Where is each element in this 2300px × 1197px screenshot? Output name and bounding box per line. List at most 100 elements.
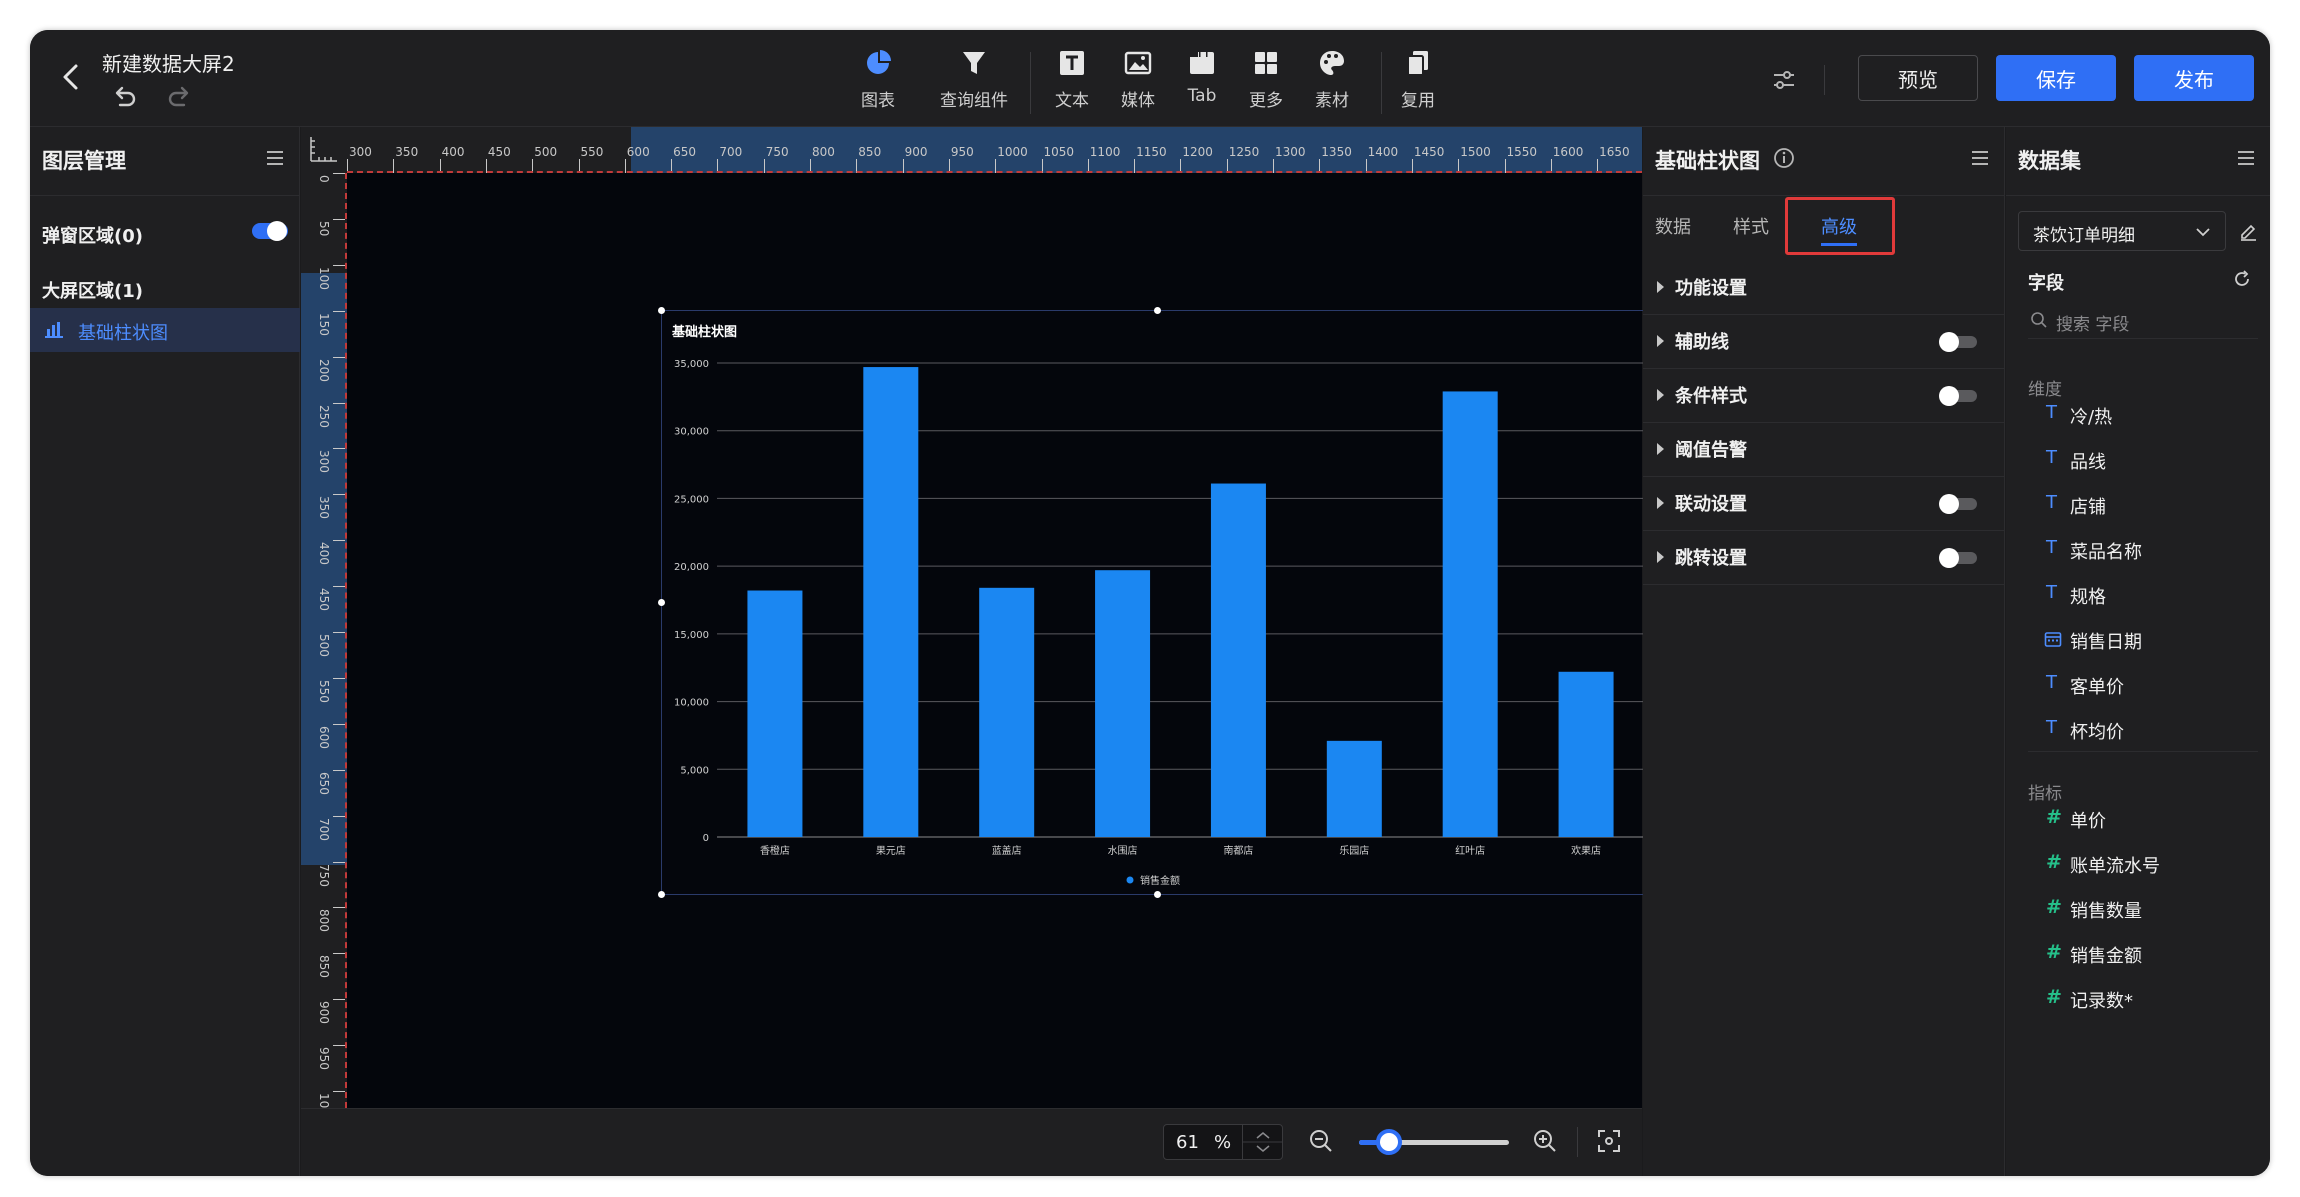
dataset-title: 数据集 <box>2018 149 2081 173</box>
section-label: 条件样式 <box>1675 386 1747 407</box>
section-conditional-style[interactable]: 条件样式 <box>1643 369 2005 423</box>
menu-icon[interactable] <box>265 149 285 167</box>
field-item[interactable]: # 记录数* <box>2046 985 2256 1012</box>
jump-toggle[interactable] <box>1939 548 1977 568</box>
section-threshold-alert[interactable]: 阈值告警 <box>1643 423 2005 477</box>
bar-chart-component[interactable]: 基础柱状图 0 5,000 10,000 15,000 20,000 25,000 30,00… <box>658 307 1657 898</box>
field-item[interactable]: # 销售数量 <box>2046 895 2256 922</box>
x-tick-label: 红叶店 <box>1455 844 1485 857</box>
ruler-tick-label: 1600 <box>1552 145 1584 159</box>
caret-right-icon <box>1657 443 1664 455</box>
ruler-tick-label: 0 <box>317 175 331 183</box>
ruler-tick <box>333 1091 345 1092</box>
auxiliary-line-toggle[interactable] <box>1939 332 1977 352</box>
dataset-panel: 数据集 茶饮订单明细 字段 搜索 字段 维度 T 冷/热 T 品线 T 店铺 T… <box>2006 127 2270 1176</box>
resize-handle[interactable] <box>658 891 665 898</box>
zoom-stepper[interactable] <box>1242 1125 1283 1159</box>
field-item[interactable]: T 冷/热 <box>2046 401 2256 428</box>
resize-handle[interactable] <box>658 307 665 314</box>
sliders-icon[interactable] <box>1770 66 1798 94</box>
section-jump-settings[interactable]: 跳转设置 <box>1643 531 2005 585</box>
tool-label: 查询组件 <box>940 91 1008 111</box>
section-label: 联动设置 <box>1675 494 1747 515</box>
section-auxiliary-line[interactable]: 辅助线 <box>1643 315 2005 369</box>
text-type-icon: T <box>2046 717 2057 738</box>
redo-icon[interactable] <box>166 84 194 112</box>
ruler-tick-label: 450 <box>317 588 331 611</box>
dataset-select[interactable]: 茶饮订单明细 <box>2018 211 2226 251</box>
search-icon <box>2031 312 2047 328</box>
bar <box>1095 570 1151 837</box>
text-type-icon: T <box>2046 447 2057 468</box>
text-type-icon: T <box>2046 672 2057 693</box>
field-item[interactable]: 销售日期 <box>2044 626 2256 653</box>
chart-title: 基础柱状图 <box>671 324 737 340</box>
zoom-slider[interactable] <box>1359 1129 1509 1155</box>
layer-item-bar-chart[interactable]: 基础柱状图 <box>30 308 300 352</box>
section-label: 跳转设置 <box>1675 548 1747 569</box>
field-item[interactable]: T 菜品名称 <box>2046 536 2256 563</box>
fit-screen-icon[interactable] <box>1597 1129 1621 1153</box>
section-linkage-settings[interactable]: 联动设置 <box>1643 477 2005 531</box>
conditional-style-toggle[interactable] <box>1939 386 1977 406</box>
save-button[interactable]: 保存 <box>1996 55 2116 101</box>
refresh-icon[interactable] <box>2232 269 2252 289</box>
field-item[interactable]: # 单价 <box>2046 805 2256 832</box>
ruler-tick-label: 1650 <box>1599 145 1630 159</box>
resize-handle[interactable] <box>1154 307 1161 314</box>
ruler-tick-label: 1000 <box>997 145 1028 159</box>
tool-reuse[interactable]: 复用 <box>1373 48 1463 118</box>
ruler-tick-label: 100 <box>317 266 331 290</box>
number-type-icon: # <box>2046 941 2062 963</box>
calendar-icon <box>2044 632 2062 647</box>
field-item[interactable]: # 销售金额 <box>2046 940 2256 967</box>
popup-area-toggle[interactable] <box>252 221 288 241</box>
grid-icon <box>1255 52 1277 74</box>
measure-group-label: 指标 <box>2028 784 2062 804</box>
menu-icon[interactable] <box>1970 149 1990 167</box>
field-item[interactable]: T 规格 <box>2046 581 2256 608</box>
zoom-input[interactable]: 61 % <box>1163 1124 1283 1160</box>
field-item[interactable]: # 账单流水号 <box>2046 850 2256 877</box>
pie-chart-icon <box>867 50 891 74</box>
publish-button[interactable]: 发布 <box>2134 55 2254 101</box>
tool-chart[interactable]: 图表 <box>833 48 923 118</box>
x-tick-label: 蓝盖店 <box>992 844 1022 857</box>
ruler-tick-label: 1450 <box>1413 145 1445 159</box>
y-tick-label: 20,000 <box>674 562 709 573</box>
field-search[interactable]: 搜索 字段 <box>2028 305 2258 339</box>
app-window: 新建数据大屏2 图表 查询组件 文本 媒体 Tab 更多 素材 复用 预览 保存… <box>30 30 2270 1176</box>
back-arrow-icon[interactable] <box>56 60 86 94</box>
section-function-settings[interactable]: 功能设置 <box>1643 261 2005 315</box>
ruler-tick-label: 1350 <box>1321 145 1352 159</box>
zoom-out-icon[interactable] <box>1309 1129 1333 1153</box>
field-item[interactable]: T 杯均价 <box>2046 716 2256 743</box>
field-label: 销售数量 <box>2070 901 2142 922</box>
zoom-in-icon[interactable] <box>1533 1129 1557 1153</box>
bar <box>1558 671 1614 837</box>
edit-icon[interactable] <box>2238 221 2258 241</box>
resize-handle[interactable] <box>658 599 665 606</box>
menu-icon[interactable] <box>2236 149 2256 167</box>
tab-style[interactable]: 样式 <box>1733 213 1769 239</box>
ruler-tick-label: 500 <box>317 634 331 657</box>
preview-button[interactable]: 预览 <box>1858 55 1978 101</box>
ruler-tick <box>333 953 345 955</box>
tool-query[interactable]: 查询组件 <box>929 48 1019 118</box>
field-item[interactable]: T 店铺 <box>2046 491 2256 518</box>
zoom-slider-knob[interactable] <box>1376 1129 1402 1155</box>
chevron-down-icon <box>2196 228 2210 237</box>
screen-title: 新建数据大屏2 <box>102 52 235 76</box>
undo-icon[interactable] <box>110 84 138 112</box>
zoom-bar: 61 % <box>301 1108 1642 1176</box>
x-tick-label: 欢果店 <box>1571 844 1601 857</box>
field-item[interactable]: T 客单价 <box>2046 671 2256 698</box>
resize-handle[interactable] <box>1154 891 1161 898</box>
linkage-toggle[interactable] <box>1939 494 1977 514</box>
ruler-tick-label: 500 <box>534 145 558 159</box>
tool-material[interactable]: 素材 <box>1287 48 1377 118</box>
toolbar-divider <box>1824 65 1825 95</box>
info-icon[interactable] <box>1773 147 1795 169</box>
field-item[interactable]: T 品线 <box>2046 446 2256 473</box>
tab-data[interactable]: 数据 <box>1655 213 1691 239</box>
